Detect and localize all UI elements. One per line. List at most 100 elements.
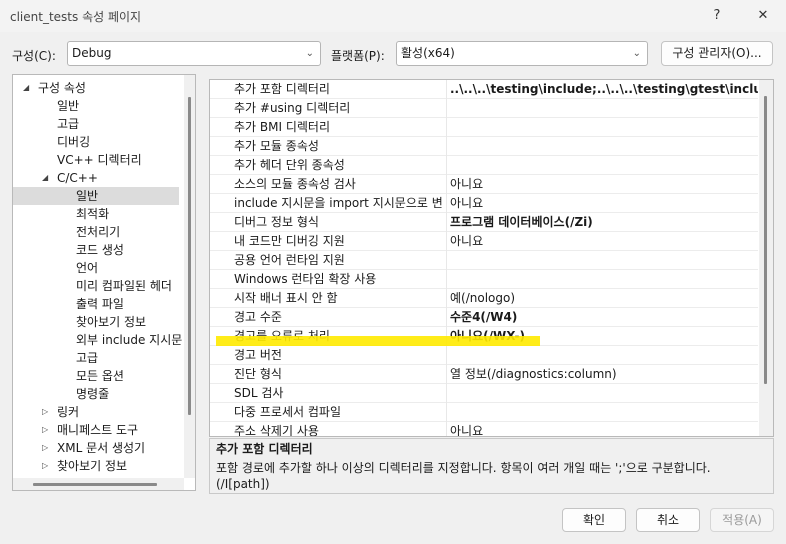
property-value[interactable]: 아니요	[450, 194, 758, 213]
config-dropdown[interactable]: Debug ⌄	[67, 41, 321, 66]
tree-item-label: XML 문서 생성기	[57, 441, 146, 455]
property-row[interactable]: 소스의 모듈 종속성 검사 아니요	[210, 175, 758, 194]
property-row[interactable]: 진단 형식 열 정보(/diagnostics:column)	[210, 365, 758, 384]
property-row[interactable]: 경고 버전	[210, 346, 758, 365]
property-row[interactable]: 추가 #using 디렉터리	[210, 99, 758, 118]
tree-item-preprocessor[interactable]: 전처리기	[13, 223, 184, 241]
tree-item-browse-info[interactable]: 찾아보기 정보	[13, 313, 184, 331]
tree-item-debugging[interactable]: 디버깅	[13, 133, 184, 151]
property-value[interactable]	[450, 137, 758, 156]
tree-item-cpp-advanced[interactable]: 고급	[13, 349, 184, 367]
property-value[interactable]: 아니요	[450, 232, 758, 251]
column-divider	[446, 137, 447, 156]
expand-toggle-icon[interactable]: ◢	[42, 169, 48, 187]
property-value[interactable]	[450, 346, 758, 365]
expand-toggle-icon[interactable]: ▷	[42, 439, 48, 457]
property-row[interactable]: SDL 검사	[210, 384, 758, 403]
property-value[interactable]: 프로그램 데이터베이스(/Zi)	[450, 213, 758, 232]
scrollbar-thumb[interactable]	[33, 483, 157, 486]
property-value[interactable]: 예(/nologo)	[450, 289, 758, 308]
column-divider	[446, 365, 447, 384]
tree-item-browse-information[interactable]: ▷ 찾아보기 정보	[13, 457, 184, 475]
expand-toggle-icon[interactable]: ▷	[42, 457, 48, 475]
tree-item-label: 출력 파일	[76, 297, 124, 311]
tree-vertical-scrollbar[interactable]	[184, 75, 195, 478]
property-value[interactable]	[450, 270, 758, 289]
property-row[interactable]: 공용 언어 런타임 지원	[210, 251, 758, 270]
tree-item-command-line[interactable]: 명령줄	[13, 385, 184, 403]
property-value[interactable]	[450, 251, 758, 270]
property-name: 디버그 정보 형식	[234, 215, 319, 229]
property-row[interactable]: 추가 BMI 디렉터리	[210, 118, 758, 137]
tree-item-external-includes[interactable]: 외부 include 지시문	[13, 331, 184, 349]
property-row[interactable]: 내 코드만 디버깅 지원 아니요	[210, 232, 758, 251]
help-icon[interactable]: ?	[702, 4, 732, 28]
tree-item-linker[interactable]: ▷ 링커	[13, 403, 184, 421]
property-row[interactable]: 다중 프로세서 컴파일	[210, 403, 758, 422]
tree-item-config-props[interactable]: ◢ 구성 속성	[19, 79, 184, 97]
property-name: 경고 수준	[234, 310, 282, 324]
tree-item-label: 최적화	[76, 207, 110, 221]
tree-item-xml-doc-generator[interactable]: ▷ XML 문서 생성기	[13, 439, 184, 457]
tree-item-cpp[interactable]: ◢ C/C++	[13, 169, 184, 187]
property-row[interactable]: 추가 헤더 단위 종속성	[210, 156, 758, 175]
column-divider	[446, 270, 447, 289]
property-name: 진단 형식	[234, 367, 282, 381]
tree-item-advanced[interactable]: 고급	[13, 115, 184, 133]
property-value[interactable]	[450, 99, 758, 118]
tree-item-label: 일반	[76, 189, 99, 203]
property-value[interactable]: 수준4(/W4)	[450, 308, 758, 327]
tree-item-manifest-tool[interactable]: ▷ 매니페스트 도구	[13, 421, 184, 439]
property-row[interactable]: 추가 포함 디렉터리 ..\..\..\testing\include;..\..…	[210, 80, 758, 99]
property-row[interactable]: 경고 수준 수준4(/W4)	[210, 308, 758, 327]
tree-item-label: 코드 생성	[76, 243, 124, 257]
property-value[interactable]	[450, 384, 758, 403]
tree-item-label: 고급	[76, 351, 99, 365]
column-divider	[446, 80, 447, 99]
column-divider	[446, 118, 447, 137]
scrollbar-thumb[interactable]	[188, 97, 191, 415]
property-row[interactable]: Windows 런타임 확장 사용	[210, 270, 758, 289]
tree-item-code-generation[interactable]: 코드 생성	[13, 241, 184, 259]
column-divider	[446, 175, 447, 194]
property-value[interactable]	[450, 156, 758, 175]
tree-item-all-options[interactable]: 모든 옵션	[13, 367, 184, 385]
property-value[interactable]: ..\..\..\testing\include;..\..\..\testin…	[450, 80, 758, 99]
property-value[interactable]: 열 정보(/diagnostics:column)	[450, 365, 758, 384]
property-row[interactable]: 주소 삭제기 사용 아니요	[210, 422, 758, 436]
tree-item-precompiled-headers[interactable]: 미리 컴파일된 헤더	[13, 277, 184, 295]
property-row[interactable]: 추가 모듈 종속성	[210, 137, 758, 156]
chevron-down-icon: ⌄	[632, 48, 641, 59]
tree-horizontal-scrollbar[interactable]	[13, 478, 184, 490]
apply-button[interactable]: 적용(A)	[710, 508, 774, 532]
scrollbar-thumb[interactable]	[764, 96, 767, 384]
ok-button[interactable]: 확인	[562, 508, 626, 532]
column-divider	[446, 194, 447, 213]
tree-item-output-files[interactable]: 출력 파일	[13, 295, 184, 313]
grid-vertical-scrollbar[interactable]	[759, 80, 773, 436]
tree-item-label: 디버깅	[57, 135, 91, 149]
tree-item-vc-directories[interactable]: VC++ 디렉터리	[13, 151, 184, 169]
window-title: client_tests 속성 페이지	[10, 10, 142, 24]
config-manager-button[interactable]: 구성 관리자(O)...	[661, 41, 773, 66]
property-row[interactable]: 시작 배너 표시 안 함 예(/nologo)	[210, 289, 758, 308]
property-row[interactable]: include 지시문을 import 지시문으로 변 아니요	[210, 194, 758, 213]
expand-toggle-icon[interactable]: ▷	[42, 403, 48, 421]
tree-item-general[interactable]: 일반	[13, 97, 184, 115]
property-value[interactable]: 아니요	[450, 422, 758, 436]
property-row[interactable]: 디버그 정보 형식 프로그램 데이터베이스(/Zi)	[210, 213, 758, 232]
property-name: 소스의 모듈 종속성 검사	[234, 177, 356, 191]
tree-item-optimization[interactable]: 최적화	[13, 205, 184, 223]
cancel-button[interactable]: 취소	[636, 508, 700, 532]
tree-item-cpp-general[interactable]: 일반	[13, 187, 179, 205]
expand-toggle-icon[interactable]: ▷	[42, 421, 48, 439]
tree-item-label: VC++ 디렉터리	[57, 153, 142, 167]
property-value[interactable]	[450, 118, 758, 137]
property-name: 추가 #using 디렉터리	[234, 101, 351, 115]
expand-toggle-icon[interactable]: ◢	[23, 79, 29, 97]
platform-dropdown[interactable]: 활성(x64) ⌄	[396, 41, 648, 66]
tree-item-language[interactable]: 언어	[13, 259, 184, 277]
close-icon[interactable]: ✕	[748, 4, 778, 28]
property-value[interactable]: 아니요	[450, 175, 758, 194]
property-value[interactable]	[450, 403, 758, 422]
